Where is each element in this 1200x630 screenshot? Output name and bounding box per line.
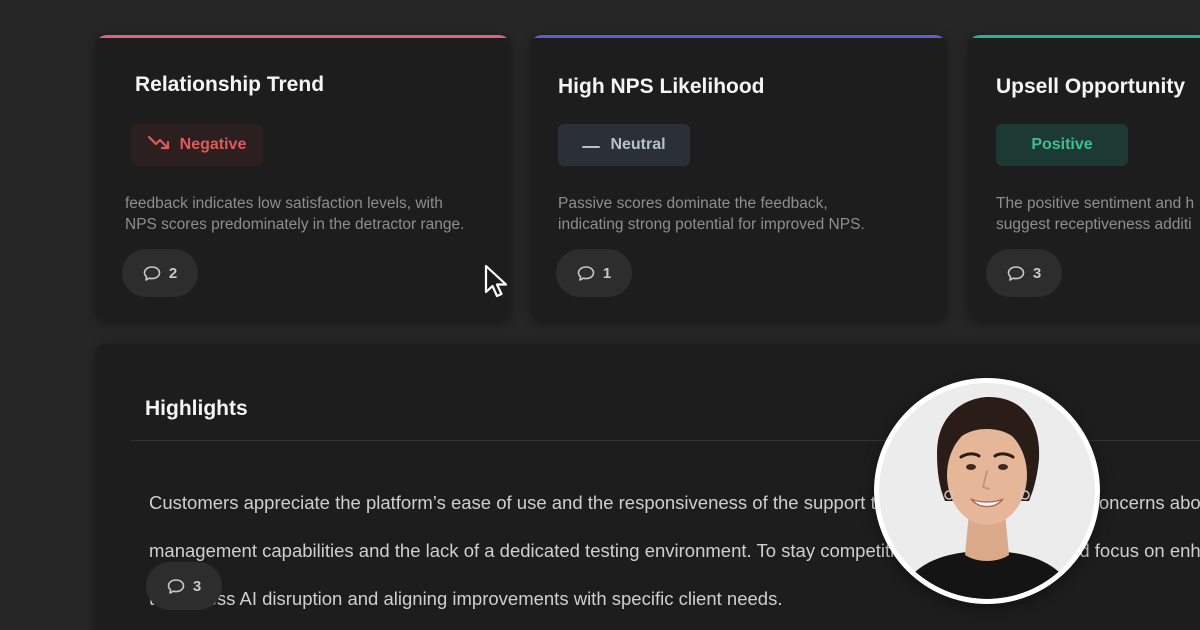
comments-button[interactable]: 1: [556, 249, 632, 297]
comments-button[interactable]: 3: [986, 249, 1062, 297]
insight-card-relationship-trend[interactable]: Relationship Trend Negative feedback ind…: [95, 35, 511, 322]
sentiment-badge-negative: Negative: [131, 124, 263, 166]
comments-button[interactable]: 2: [122, 249, 198, 297]
insight-card-high-nps-likelihood[interactable]: High NPS Likelihood Neutral Passive scor…: [530, 35, 947, 322]
user-avatar: [874, 378, 1100, 604]
comment-icon: [167, 578, 185, 595]
card-description: Passive scores dominate the feedback, in…: [558, 193, 865, 235]
card-description-line: feedback indicates low satisfaction leve…: [125, 195, 443, 212]
card-title: Upsell Opportunity: [996, 75, 1185, 98]
card-title: Relationship Trend: [135, 73, 325, 96]
card-title: High NPS Likelihood: [558, 75, 765, 98]
dash-icon: [582, 136, 601, 154]
card-description-line: NPS scores predominately in the detracto…: [125, 216, 465, 233]
mouse-pointer-icon: [483, 264, 513, 305]
comment-count: 3: [1032, 264, 1042, 282]
badge-label: Neutral: [610, 136, 666, 153]
badge-label: Negative: [179, 136, 247, 153]
comments-button[interactable]: 3: [146, 562, 222, 610]
comment-icon: [1007, 265, 1025, 282]
badge-label: Positive: [1031, 136, 1093, 153]
comment-icon: [143, 265, 161, 282]
trend-down-icon: [147, 135, 170, 156]
comment-icon: [577, 265, 595, 282]
card-accent-bar: [968, 35, 1200, 38]
highlights-title: Highlights: [145, 397, 248, 420]
comment-count: 3: [192, 577, 202, 595]
insight-card-upsell-opportunity[interactable]: Upsell Opportunity Positive The positive…: [968, 35, 1200, 322]
card-description-line: suggest receptiveness additi: [996, 216, 1192, 233]
card-description-line: indicating strong potential for improved…: [558, 216, 865, 233]
card-description-line: Passive scores dominate the feedback,: [558, 195, 828, 212]
card-description: The positive sentiment and h suggest rec…: [996, 193, 1194, 235]
card-description: feedback indicates low satisfaction leve…: [125, 193, 464, 235]
card-accent-bar: [530, 35, 947, 38]
sentiment-badge-positive: Positive: [996, 124, 1128, 166]
highlights-line: to address AI disruption and aligning im…: [149, 588, 783, 609]
comment-count: 1: [602, 264, 612, 282]
comment-count: 2: [168, 264, 178, 282]
sentiment-badge-neutral: Neutral: [558, 124, 690, 166]
card-description-line: The positive sentiment and h: [996, 195, 1195, 212]
card-accent-bar: [95, 35, 511, 38]
insights-dashboard: Relationship Trend Negative feedback ind…: [0, 0, 1200, 630]
